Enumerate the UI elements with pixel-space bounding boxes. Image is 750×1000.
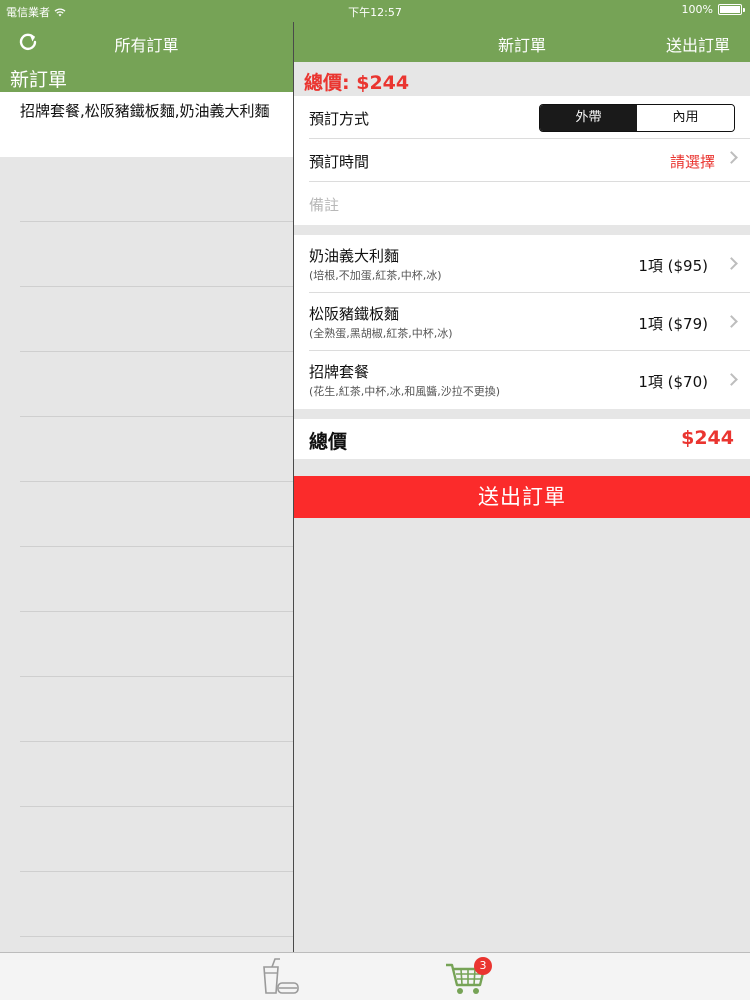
empty-row: [20, 352, 293, 417]
battery-icon: [718, 4, 745, 15]
battery-percent: 100%: [681, 3, 713, 16]
empty-row: [20, 222, 293, 287]
total-summary-value: $244: [356, 72, 410, 94]
submit-order-button[interactable]: 送出訂單: [294, 476, 750, 518]
empty-row: [20, 612, 293, 677]
cart-items: 奶油義大利麵 (培根,不加蛋,紅茶,中杯,冰) 1項 ($95) 松阪豬鐵板麵 …: [294, 235, 750, 409]
status-bar: 電信業者 下午12:57 100%: [0, 0, 750, 22]
total-summary-label: 總價:: [304, 72, 350, 94]
tab-bar: 3: [0, 952, 750, 1000]
cart-item-name: 招牌套餐: [309, 363, 370, 381]
tab-menu[interactable]: [258, 957, 302, 997]
cart-item-qty: 1項 ($79): [638, 315, 708, 333]
chevron-right-icon: [725, 373, 738, 386]
orders-section-header: 新訂單: [0, 62, 293, 92]
segment-takeout[interactable]: 外帶: [540, 105, 637, 131]
total-value: $244: [681, 427, 734, 449]
drink-meal-icon: [263, 958, 299, 994]
tab-cart[interactable]: 3: [444, 957, 492, 997]
submit-order-nav-button[interactable]: 送出訂單: [666, 32, 730, 56]
cart-item-options: (培根,不加蛋,紅茶,中杯,冰): [309, 269, 442, 282]
cart-item[interactable]: 招牌套餐 (花生,紅茶,中杯,冰,和風醬,沙拉不更換) 1項 ($70): [309, 351, 750, 409]
orders-nav-title: 所有訂單: [114, 36, 179, 55]
empty-row: [20, 417, 293, 482]
total-label: 總價: [309, 431, 348, 453]
order-method-label: 預訂方式: [309, 110, 370, 128]
total-summary: 總價: $244: [294, 62, 750, 96]
empty-row: [20, 287, 293, 352]
order-list-item[interactable]: 招牌套餐,松阪豬鐵板麵,奶油義大利麵: [0, 92, 293, 157]
cart-item[interactable]: 松阪豬鐵板麵 (全熟蛋,黑胡椒,紅茶,中杯,冰) 1項 ($79): [309, 293, 750, 351]
total-row: 總價 $244: [294, 419, 750, 459]
order-method-row: 預訂方式 外帶 內用: [309, 96, 750, 139]
status-time: 下午12:57: [348, 6, 402, 19]
order-detail: 總價: $244 預訂方式 外帶 內用 預訂時間 請選擇 備註 奶油義大利麵 (…: [294, 62, 750, 952]
empty-row: [20, 677, 293, 742]
cart-item-name: 松阪豬鐵板麵: [309, 305, 400, 323]
chevron-right-icon: [725, 151, 738, 164]
cart-item-options: (全熟蛋,黑胡椒,紅茶,中杯,冰): [309, 327, 453, 340]
cart-item-qty: 1項 ($95): [638, 257, 708, 275]
empty-row: [20, 482, 293, 547]
segment-dine-in[interactable]: 內用: [637, 105, 734, 131]
cart-item[interactable]: 奶油義大利麵 (培根,不加蛋,紅茶,中杯,冰) 1項 ($95): [309, 235, 750, 293]
cart-item-qty: 1項 ($70): [638, 373, 708, 391]
cart-item-name: 奶油義大利麵: [309, 247, 400, 265]
battery-group: 100%: [681, 3, 745, 16]
cart-item-options: (花生,紅茶,中杯,冰,和風醬,沙拉不更換): [309, 385, 501, 398]
order-time-value: 請選擇: [669, 153, 715, 171]
empty-row: [20, 157, 293, 222]
note-field[interactable]: 備註: [309, 194, 339, 215]
order-time-label: 預訂時間: [309, 153, 370, 171]
new-order-nav-bar: 新訂單 送出訂單: [294, 22, 750, 62]
empty-row: [20, 807, 293, 872]
order-time-row[interactable]: 預訂時間 請選擇: [309, 139, 750, 182]
empty-row: [20, 872, 293, 937]
cart-badge: 3: [474, 957, 492, 975]
empty-row: [20, 742, 293, 807]
chevron-right-icon: [725, 257, 738, 270]
orders-nav-bar: 所有訂單: [0, 22, 293, 62]
chevron-right-icon: [725, 315, 738, 328]
orders-list: 新訂單 招牌套餐,松阪豬鐵板麵,奶油義大利麵: [0, 62, 293, 952]
note-row[interactable]: 備註: [309, 182, 750, 225]
order-form: 預訂方式 外帶 內用 預訂時間 請選擇 備註: [294, 96, 750, 225]
order-method-segmented: 外帶 內用: [539, 104, 735, 132]
empty-row: [20, 547, 293, 612]
